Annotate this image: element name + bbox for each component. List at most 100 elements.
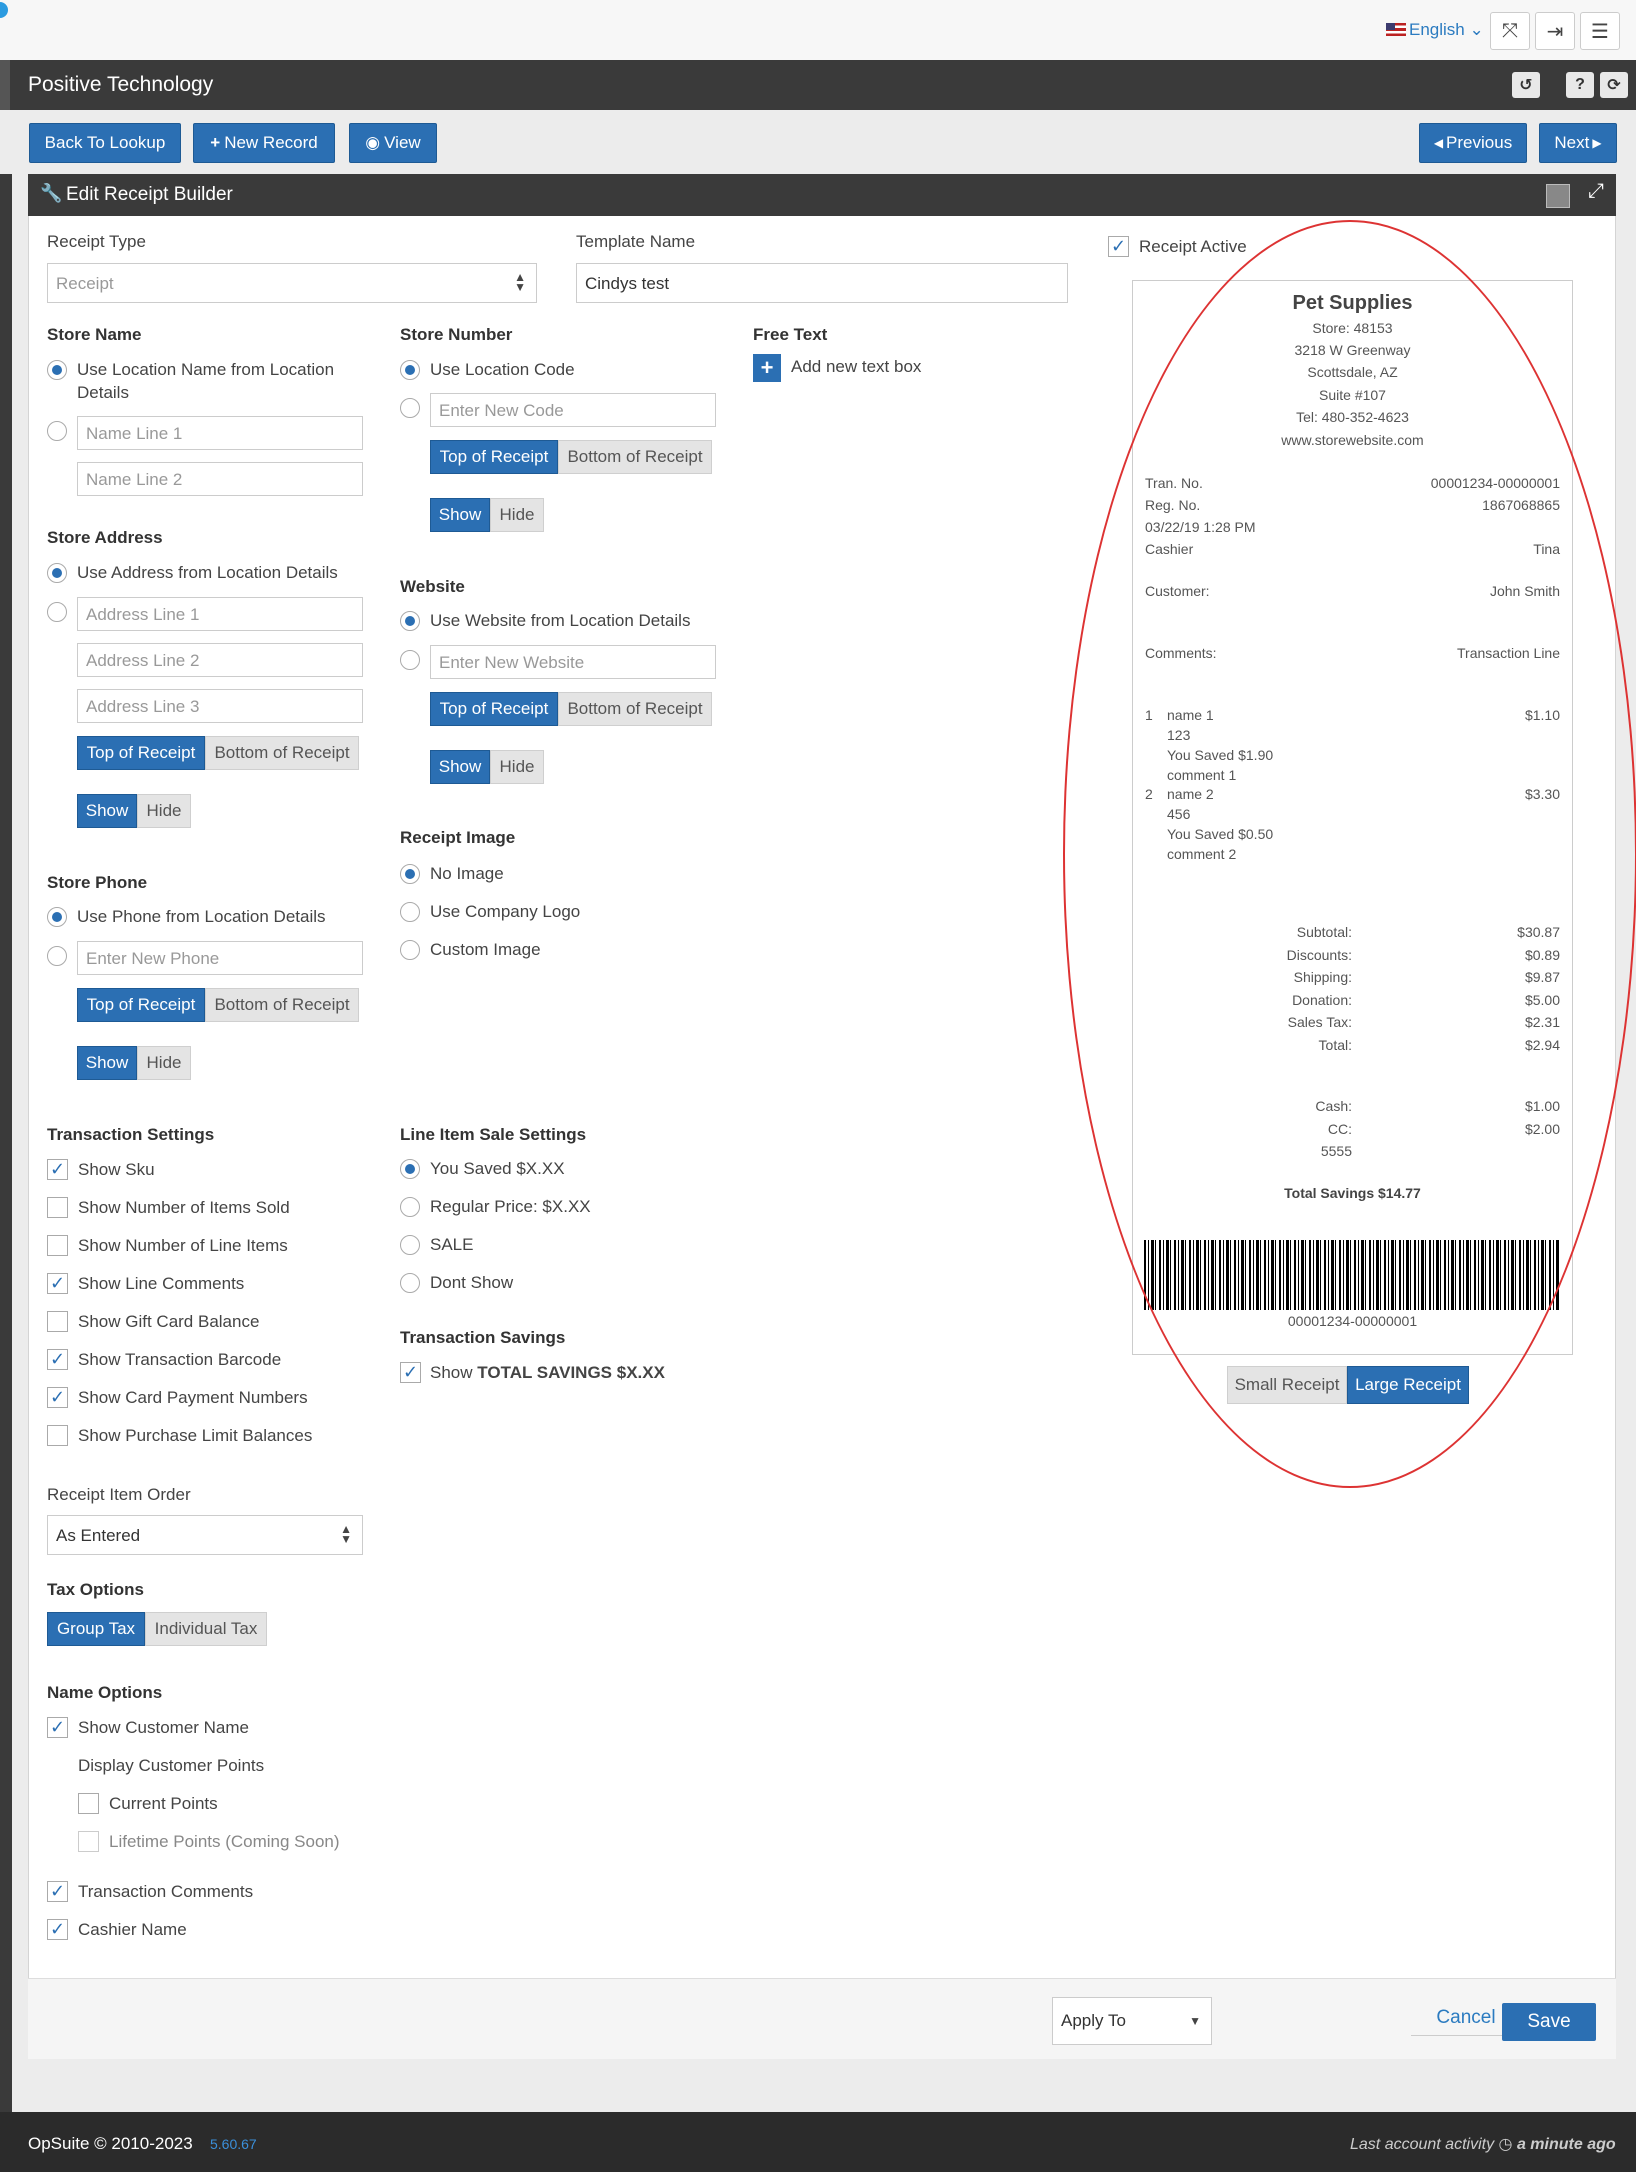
sale-radio[interactable] (400, 1235, 420, 1255)
customer-name-checkbox[interactable]: ✓ (47, 1717, 68, 1738)
plus-icon: + (210, 133, 221, 152)
phone-top-button[interactable]: Top of Receipt (77, 988, 205, 1022)
menu-button[interactable]: ☰ (1580, 12, 1620, 50)
total-savings-label: Show TOTAL SAVINGS $X.XX (430, 1363, 665, 1382)
new-record-button[interactable]: + New Record (193, 123, 335, 163)
receipt-active-label: Receipt Active (1139, 237, 1247, 256)
transaction-setting-label: Show Purchase Limit Balances (78, 1426, 313, 1445)
store-name-location-radio[interactable] (47, 360, 67, 380)
transaction-setting-label: Show Number of Items Sold (78, 1198, 290, 1217)
number-top-button[interactable]: Top of Receipt (430, 440, 558, 474)
address-bottom-button[interactable]: Bottom of Receipt (205, 736, 359, 770)
eye-icon: ◉ (365, 133, 381, 152)
transaction-setting-label: Show Number of Line Items (78, 1236, 288, 1255)
phone-custom-radio[interactable] (47, 946, 67, 966)
company-logo-radio[interactable] (400, 902, 420, 922)
transaction-setting-checkbox[interactable]: ✓ (47, 1159, 68, 1180)
back-to-lookup-button[interactable]: Back To Lookup (29, 123, 181, 163)
phone-bottom-button[interactable]: Bottom of Receipt (205, 988, 359, 1022)
transaction-setting-checkbox[interactable]: ✓ (47, 1349, 68, 1370)
website-location-radio[interactable] (400, 611, 420, 631)
hamburger-icon: ☰ (1591, 20, 1609, 43)
number-hide-button[interactable]: Hide (490, 498, 544, 532)
store-number-location-radio[interactable] (400, 360, 420, 380)
phone-location-radio[interactable] (47, 907, 67, 927)
store-number-custom-radio[interactable] (400, 398, 420, 418)
refresh-button[interactable]: ⟳ (1600, 72, 1628, 98)
help-button[interactable]: ? (1566, 72, 1594, 98)
transaction-setting-checkbox[interactable] (47, 1425, 68, 1446)
website-top-button[interactable]: Top of Receipt (430, 692, 558, 726)
next-button[interactable]: Next ▶ (1539, 123, 1617, 163)
transaction-setting-label: Show Card Payment Numbers (78, 1388, 308, 1407)
transaction-comments-checkbox[interactable]: ✓ (47, 1881, 68, 1902)
phone-show-button[interactable]: Show (77, 1046, 137, 1080)
address-line-3-input[interactable]: Address Line 3 (77, 689, 363, 723)
add-text-box-label: Add new text box (791, 357, 922, 376)
website-hide-button[interactable]: Hide (490, 750, 544, 784)
you-saved-radio[interactable] (400, 1159, 420, 1179)
you-saved-label: You Saved $X.XX (430, 1159, 565, 1178)
name-line-1-input[interactable]: Name Line 1 (77, 416, 363, 450)
lifetime-points-label: Lifetime Points (Coming Soon) (109, 1832, 340, 1851)
regular-price-radio[interactable] (400, 1197, 420, 1217)
individual-tax-button[interactable]: Individual Tax (145, 1612, 267, 1646)
transaction-settings-heading: Transaction Settings (47, 1125, 215, 1144)
previous-button[interactable]: ◀ Previous (1419, 123, 1527, 163)
fullscreen-button[interactable]: ⤧ (1490, 12, 1530, 50)
store-name-custom-radio[interactable] (47, 421, 67, 441)
address-location-radio[interactable] (47, 563, 67, 583)
website-custom-radio[interactable] (400, 650, 420, 670)
cashier-name-checkbox[interactable]: ✓ (47, 1919, 68, 1940)
address-line-1-input[interactable]: Address Line 1 (77, 597, 363, 631)
receipt-type-select[interactable]: Receipt ▲ ▼ (47, 263, 537, 303)
expand-icon: ⤧ (1502, 19, 1518, 42)
collapse-icon[interactable] (1546, 184, 1570, 208)
notification-dot (0, 2, 8, 18)
dont-show-radio[interactable] (400, 1273, 420, 1293)
caret-down-icon: ▼ (1189, 2014, 1201, 2028)
transaction-setting-checkbox[interactable] (47, 1311, 68, 1332)
website-show-button[interactable]: Show (430, 750, 490, 784)
sort-icon: ▲ ▼ (514, 270, 526, 294)
apply-to-select[interactable]: Apply To ▼ (1052, 1997, 1212, 2045)
address-hide-button[interactable]: Hide (137, 794, 191, 828)
transaction-setting-checkbox[interactable] (47, 1197, 68, 1218)
no-image-label: No Image (430, 864, 504, 883)
history-button[interactable]: ↺ (1512, 72, 1540, 98)
new-code-input[interactable]: Enter New Code (430, 393, 716, 427)
item-order-select[interactable]: As Entered ▲ ▼ (47, 1515, 363, 1555)
expand-panel-icon[interactable]: ⤢ (1588, 180, 1604, 203)
transaction-setting-checkbox[interactable]: ✓ (47, 1273, 68, 1294)
custom-image-radio[interactable] (400, 940, 420, 960)
receipt-active-checkbox[interactable]: ✓ (1108, 236, 1129, 257)
transaction-setting-checkbox[interactable] (47, 1235, 68, 1256)
group-tax-button[interactable]: Group Tax (47, 1612, 145, 1646)
version[interactable]: 5.60.67 (210, 2136, 257, 2152)
customer-name-label: Show Customer Name (78, 1718, 250, 1737)
address-show-button[interactable]: Show (77, 794, 137, 828)
current-points-checkbox[interactable] (78, 1793, 99, 1814)
new-website-input[interactable]: Enter New Website (430, 645, 716, 679)
view-button[interactable]: ◉ View (349, 123, 437, 163)
transaction-setting-checkbox[interactable]: ✓ (47, 1387, 68, 1408)
app-header: Positive Technology ↺ ? ⟳ (0, 60, 1636, 110)
template-name-label: Template Name (576, 232, 696, 251)
total-savings-checkbox[interactable]: ✓ (400, 1362, 421, 1383)
logout-button[interactable]: ⇥ (1535, 12, 1575, 50)
address-line-2-input[interactable]: Address Line 2 (77, 643, 363, 677)
panel-title: Edit Receipt Builder (66, 184, 233, 205)
phone-hide-button[interactable]: Hide (137, 1046, 191, 1080)
number-bottom-button[interactable]: Bottom of Receipt (558, 440, 712, 474)
number-show-button[interactable]: Show (430, 498, 490, 532)
template-name-input[interactable]: Cindys test (576, 263, 1068, 303)
new-phone-input[interactable]: Enter New Phone (77, 941, 363, 975)
address-top-button[interactable]: Top of Receipt (77, 736, 205, 770)
name-line-2-input[interactable]: Name Line 2 (77, 462, 363, 496)
save-button[interactable]: Save (1502, 2003, 1596, 2041)
language-selector[interactable]: English ⌄ (1386, 20, 1484, 40)
website-bottom-button[interactable]: Bottom of Receipt (558, 692, 712, 726)
add-text-box-button[interactable]: + (753, 354, 781, 382)
no-image-radio[interactable] (400, 864, 420, 884)
address-custom-radio[interactable] (47, 602, 67, 622)
